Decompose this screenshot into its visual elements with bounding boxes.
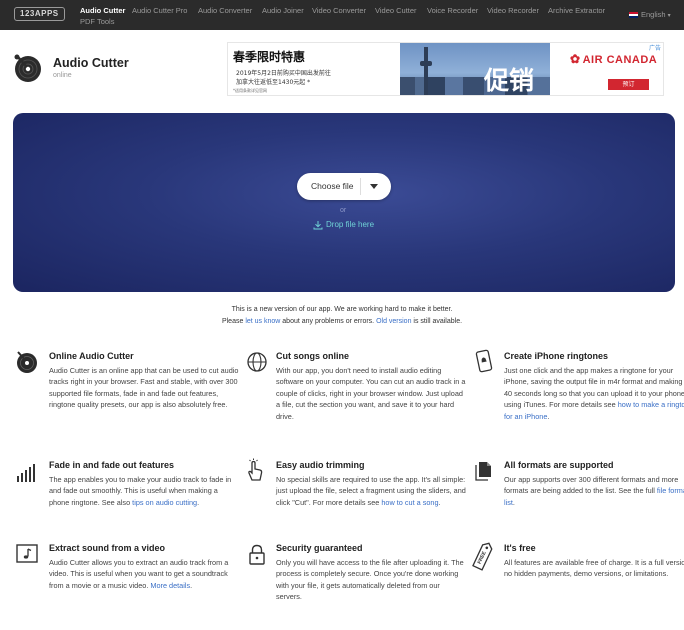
free-tag-icon: FREE [472,542,493,571]
feature-cut-songs-online: Cut songs online With our app, you don't… [276,351,466,422]
feature-free: It's free All features are available fre… [504,543,684,580]
feedback-notice: Please let us know about any problems or… [0,318,684,325]
files-icon [475,462,491,481]
svg-text:FREE: FREE [477,550,488,565]
nav-item-video-cutter[interactable]: Video Cutter [375,6,417,16]
nav-item-voice-recorder[interactable]: Voice Recorder [427,6,478,16]
ad-headline: 春季限时特惠 [233,50,306,64]
choose-file-label: Choose file [311,181,354,191]
choose-file-button[interactable]: Choose file [297,173,391,200]
ad-tower-pod [420,61,432,66]
feature-body-end: . [197,497,200,507]
nav-item-audio-converter[interactable]: Audio Converter [198,6,252,16]
feature-text: Only you will have access to the file af… [276,557,466,603]
notice-text: Please [221,318,246,325]
feature-body: Audio Cutter is an online app that can b… [49,366,239,410]
feature-body-end: . [512,497,515,507]
feature-create-iphone-ringtones: Create iPhone ringtones Just one click a… [504,351,684,422]
how-to-cut-song-link[interactable]: how to cut a song [381,498,438,507]
audio-cutting-tips-link[interactable]: tips on audio cutting [132,498,197,507]
feature-body: Audio Cutter allows you to extract an au… [49,558,229,590]
nav-item-audio-cutter[interactable]: Audio Cutter [80,6,125,16]
feature-body: Only you will have access to the file af… [276,558,464,602]
feature-title: Fade in and fade out features [49,460,175,470]
ad-badge[interactable]: 广告 [649,43,661,52]
feature-all-formats: All formats are supported Our app suppor… [504,460,684,508]
lock-icon [249,544,265,565]
globe-icon [247,352,267,372]
nav-item-video-converter[interactable]: Video Converter [312,6,366,16]
version-notice: This is a new version of our app. We are… [231,306,453,313]
notice-text: is still available. [411,318,463,325]
ad-brand-name: AIR CANADA [582,54,658,66]
notice-text: about any problems or errors. [280,318,377,325]
feature-text: The app enables you to make your audio t… [49,474,239,508]
ad-brand-logo: ✿ AIR CANADA [570,52,657,66]
language-label: English [641,10,666,19]
feature-body-end: . [190,580,193,590]
feature-body-end: . [438,497,441,507]
ad-tower [424,47,428,95]
button-divider [360,178,361,195]
hand-pointer-icon [248,458,263,481]
uk-flag-icon [629,12,638,19]
drop-file-zone[interactable]: Drop file here [313,220,374,230]
nav-item-pdf-tools[interactable]: PDF Tools [80,17,114,27]
upload-panel[interactable] [13,113,675,292]
phone-bell-icon [475,349,493,373]
feature-title: Cut songs online [276,351,349,361]
fade-bars-icon [17,464,35,482]
more-details-link[interactable]: More details [150,581,190,590]
feature-easy-trimming: Easy audio trimming No special skills ar… [276,460,466,508]
feature-body-end: . [547,411,550,421]
feature-text: All features are available free of charg… [504,557,684,580]
ad-footnote: *适用条款详见官网 [233,88,267,93]
nav-item-audio-joiner[interactable]: Audio Joiner [262,6,304,16]
feature-security: Security guaranteed Only you will have a… [276,543,466,603]
feature-title: Online Audio Cutter [49,351,134,361]
feature-extract-sound: Extract sound from a video Audio Cutter … [49,543,239,591]
feature-text: Just one click and the app makes a ringt… [504,365,684,422]
dropdown-caret-icon[interactable] [370,184,378,189]
ad-line1: 2019年5月2日前购买中国出发前往 [236,70,331,77]
or-separator: or [340,207,347,214]
ad-promo-text: 促销 [484,66,535,95]
brand-logo[interactable]: 123APPS [14,7,65,21]
chevron-down-icon: ▾ [667,13,671,19]
feature-online-audio-cutter: Online Audio Cutter Audio Cutter is an o… [49,351,239,411]
download-icon [313,221,323,230]
old-version-link[interactable]: Old version [376,318,411,325]
feature-title: All formats are supported [504,460,614,470]
language-selector[interactable]: English ▾ [629,10,671,21]
ad-book-button[interactable]: 预订 [608,79,649,90]
feature-body: With our app, you don't need to install … [276,366,466,421]
feature-text: Our app supports over 300 different form… [504,474,684,508]
maple-leaf-icon: ✿ [570,52,581,66]
feature-text: With our app, you don't need to install … [276,365,466,422]
music-video-icon [16,544,38,563]
feature-title: Create iPhone ringtones [504,351,609,361]
nav-item-video-recorder[interactable]: Video Recorder [487,6,539,16]
audio-cutter-logo-icon[interactable] [13,53,43,83]
ad-line2: 加拿大往返低至1430元起 * [236,79,311,86]
feature-title: Extract sound from a video [49,543,166,553]
app-title: Audio Cutter [53,56,129,70]
feature-body: Our app supports over 300 different form… [504,475,679,496]
feature-body: All features are available free of charg… [504,558,684,579]
nav-item-archive-extractor[interactable]: Archive Extractor [548,6,605,16]
feature-text: Audio Cutter is an online app that can b… [49,365,239,411]
top-navbar: 123APPS Audio Cutter Audio Cutter Pro Au… [0,0,684,30]
feature-text: Audio Cutter allows you to extract an au… [49,557,239,591]
advertisement-banner[interactable]: 春季限时特惠 2019年5月2日前购买中国出发前往 加拿大往返低至1430元起 … [227,42,664,96]
feature-fade-in-out: Fade in and fade out features The app en… [49,460,239,508]
feature-text: No special skills are required to use th… [276,474,466,508]
app-subtitle: online [53,72,72,79]
drop-file-label: Drop file here [326,220,375,230]
let-us-know-link[interactable]: let us know [245,318,280,325]
record-icon [17,351,37,373]
feature-title: Security guaranteed [276,543,363,553]
feature-title: Easy audio trimming [276,460,365,470]
feature-title: It's free [504,543,536,553]
nav-item-audio-cutter-pro[interactable]: Audio Cutter Pro [132,6,187,16]
